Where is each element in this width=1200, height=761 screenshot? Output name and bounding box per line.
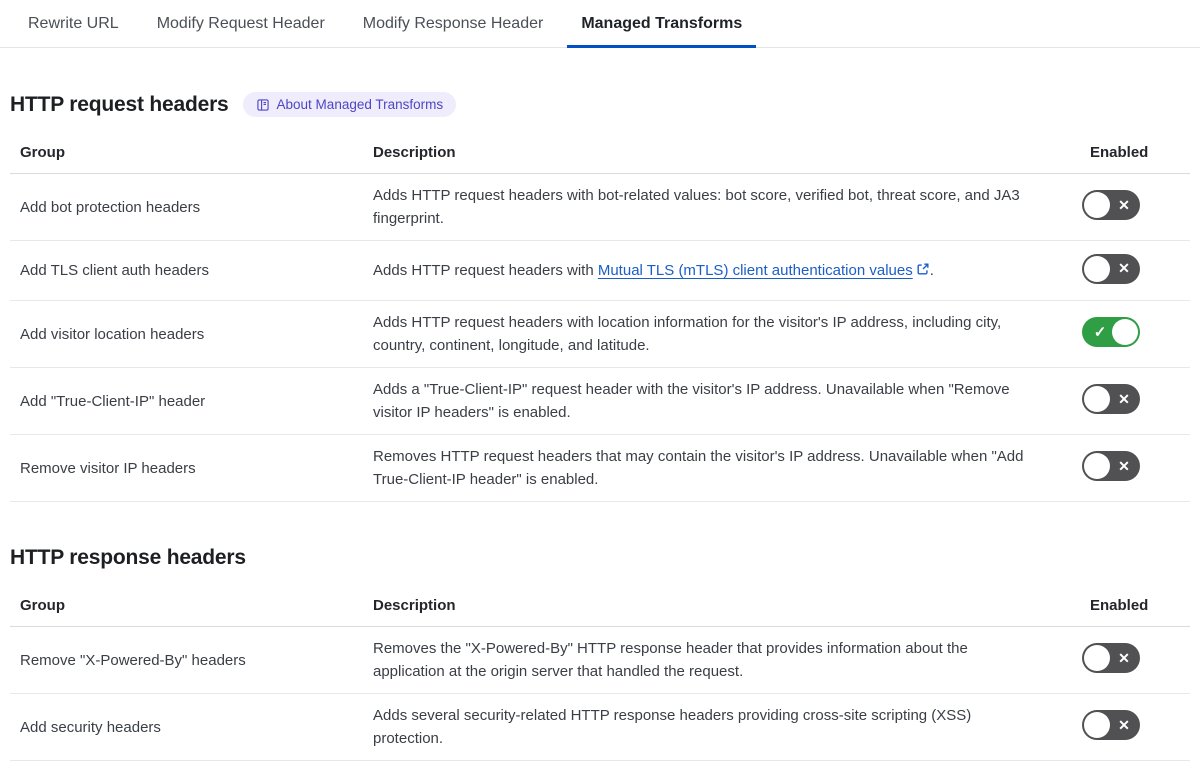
group-cell: Remove "X-Powered-By" headers [20,651,246,669]
mtls-values-link[interactable]: Mutual TLS (mTLS) client authentication … [598,262,913,279]
toggle-knob [1084,645,1110,671]
description-cell: Adds several security-related HTTP respo… [373,707,972,747]
response-headers-table: Group Description Enabled Remove "X-Powe… [10,588,1190,761]
toggle-add-true-client-ip-header[interactable]: ✓ ✕ [1082,384,1140,414]
x-icon: ✕ [1118,457,1130,474]
description-cell: Adds HTTP request headers with bot-relat… [373,187,1020,227]
group-cell: Add TLS client auth headers [20,262,210,279]
request-headers-section: HTTP request headers About Managed Trans… [10,92,1190,502]
table-row: Add bot protection headers Adds HTTP req… [10,174,1190,241]
table-row: Add visitor location headers Adds HTTP r… [10,301,1190,368]
column-header-description: Description [373,597,456,614]
external-link-icon [917,263,929,275]
request-headers-table: Group Description Enabled Add bot protec… [10,135,1190,502]
description-text: . [929,262,934,279]
tab-managed-transforms[interactable]: Managed Transforms [567,0,757,48]
column-header-group: Group [20,597,65,614]
about-managed-transforms-link[interactable]: About Managed Transforms [242,92,457,117]
tab-bar: Rewrite URL Modify Request Header Modify… [0,0,1200,48]
column-header-description: Description [373,144,456,161]
description-cell: Removes HTTP request headers that may co… [373,448,1024,488]
table-row: Remove visitor IP headers Removes HTTP r… [10,435,1190,502]
toggle-knob [1084,712,1110,738]
table-header-row: Group Description Enabled [10,588,1190,627]
tab-modify-request-header[interactable]: Modify Request Header [143,0,339,47]
request-headers-title: HTTP request headers [10,92,229,116]
toggle-remove-visitor-ip-headers[interactable]: ✓ ✕ [1082,451,1140,481]
toggle-add-visitor-location-headers[interactable]: ✓ ✕ [1082,317,1140,347]
group-cell: Add "True-Client-IP" header [20,392,206,410]
toggle-knob [1112,319,1138,345]
x-icon: ✕ [1118,260,1130,276]
tab-modify-response-header[interactable]: Modify Response Header [349,0,558,47]
tab-rewrite-url[interactable]: Rewrite URL [14,0,133,47]
group-cell: Remove visitor IP headers [20,459,196,477]
group-cell: Add visitor location headers [20,325,205,343]
toggle-add-tls-client-auth-headers[interactable]: ✓ ✕ [1082,253,1140,284]
x-icon: ✕ [1118,196,1130,213]
group-cell: Add security headers [20,718,161,736]
response-headers-title: HTTP response headers [10,546,246,569]
toggle-remove-x-powered-by-headers[interactable]: ✓ ✕ [1082,643,1140,673]
book-icon [256,98,269,111]
table-row: Remove "X-Powered-By" headers Removes th… [10,627,1190,694]
x-icon: ✕ [1118,649,1130,666]
column-header-enabled: Enabled [1090,597,1149,614]
description-cell: Adds a "True-Client-IP" request header w… [373,381,1010,421]
column-header-enabled: Enabled [1090,144,1149,161]
table-row: Add "True-Client-IP" header Adds a "True… [10,368,1190,435]
toggle-knob [1084,386,1110,412]
toggle-knob [1084,255,1110,282]
badge-label: About Managed Transforms [276,97,444,112]
x-icon: ✕ [1118,716,1130,733]
table-row: Add security headers Adds several securi… [10,694,1190,761]
group-cell: Add bot protection headers [20,198,201,216]
check-icon: ✓ [1093,324,1107,341]
response-headers-section: HTTP response headers Group Description … [10,546,1190,761]
column-header-group: Group [20,144,65,161]
toggle-add-bot-protection-headers[interactable]: ✓ ✕ [1082,190,1140,220]
toggle-knob [1084,192,1110,218]
description-text: Adds HTTP request headers with [373,262,598,279]
description-cell: Adds HTTP request headers with Mutual TL… [363,259,1055,282]
toggle-knob [1084,453,1110,479]
description-cell: Removes the "X-Powered-By" HTTP response… [373,640,968,680]
toggle-add-security-headers[interactable]: ✓ ✕ [1082,710,1140,740]
link-label: Mutual TLS (mTLS) client authentication … [597,262,913,279]
table-row: Add TLS client auth headers Adds HTTP re… [10,241,1190,301]
table-header-row: Group Description Enabled [10,135,1190,174]
description-cell: Adds HTTP request headers with location … [373,314,1002,354]
x-icon: ✕ [1118,390,1130,407]
